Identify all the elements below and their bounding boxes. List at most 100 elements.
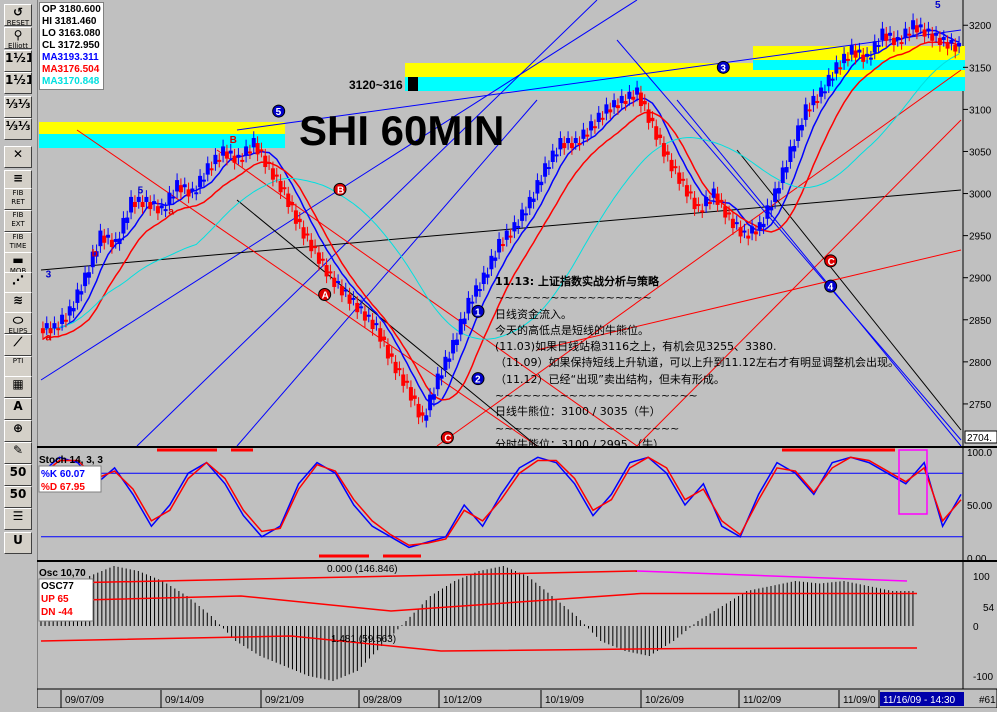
magnet-button[interactable]: U (4, 532, 32, 554)
price-tick-label: 3000 (969, 190, 992, 201)
zoom-button[interactable]: ⊕ (4, 420, 32, 442)
fan-icon: ⋰ (12, 273, 24, 287)
brush-button[interactable]: ✎ (4, 442, 32, 464)
wave-label: a (46, 333, 52, 344)
price-tick-label: 2850 (969, 316, 992, 327)
candle-body (362, 311, 367, 321)
candle-body (899, 42, 904, 45)
date-tick-label: 11/09/0 (843, 695, 876, 706)
candle-body (600, 117, 605, 120)
text-button[interactable]: A (4, 398, 32, 420)
candle-body (792, 146, 797, 152)
candle-body (366, 314, 371, 317)
wave-label: B (230, 135, 237, 146)
candle-body (880, 28, 885, 40)
percent2-button[interactable]: 50 (4, 486, 32, 508)
candle-body (443, 356, 448, 371)
candle-body (849, 45, 854, 55)
wave-tool-icon: ⅓⅓ (5, 97, 31, 111)
lines-button[interactable]: ≋ (4, 292, 32, 314)
candle-body (293, 210, 298, 224)
wave-tool2-button[interactable]: ⅓⅓ (4, 118, 32, 140)
wave-tool-button[interactable]: ⅓⅓ (4, 96, 32, 118)
candle-body (654, 126, 659, 140)
candle-body (106, 234, 111, 238)
candle-body (723, 206, 728, 218)
fib-ret-button[interactable]: FIB RET (4, 188, 32, 210)
candle-body (642, 100, 647, 105)
candle-body (512, 222, 517, 232)
candle-body (255, 143, 260, 155)
candle-body (175, 180, 180, 192)
candle-body (244, 146, 249, 156)
mob-button[interactable]: ▬ MOB (4, 252, 32, 274)
candle-body (711, 188, 716, 198)
percent-button[interactable]: 50 (4, 464, 32, 486)
osc-title: Osc 10,70 (39, 568, 86, 579)
grid-button[interactable]: ▦ (4, 376, 32, 398)
candle-body (240, 159, 245, 162)
candle-body (727, 212, 732, 215)
wave-up-button[interactable]: 1½1 (4, 50, 32, 72)
candle-body (52, 323, 57, 329)
candle-body (684, 185, 689, 197)
candle-body (370, 319, 375, 330)
candle-body (98, 230, 103, 247)
candle-body (868, 57, 873, 60)
commentary-line: ~~~~~~~~~~~~~~~~~~~~ (495, 421, 680, 435)
fib-ext-button[interactable]: FIB EXT (4, 210, 32, 232)
list-button[interactable]: ☰ (4, 508, 32, 530)
candle-body (730, 218, 735, 229)
candle-body (577, 143, 582, 146)
candle-body (845, 58, 850, 61)
price-tick-label: 3200 (969, 21, 992, 32)
candle-body (259, 149, 264, 152)
stoch-tick-label: 100.0 (967, 448, 992, 459)
elliott-button[interactable]: ⚲ Elliott (4, 27, 32, 49)
price-tick-label: 2750 (969, 400, 992, 411)
candle-body (405, 380, 410, 383)
candle-body (201, 179, 206, 182)
candle-body (408, 387, 413, 401)
pattern-button[interactable]: ⟋ (4, 334, 32, 356)
ohlc-readout: OP 3180.600 HI 3181.460 LO 3163.080 CL 3… (39, 2, 104, 90)
osc-annotation: 0.000 (146.846) (327, 564, 398, 575)
candle-body (554, 154, 559, 157)
wave-down-icon: 1½1 (5, 73, 32, 87)
last-price-label: 2704. (967, 433, 992, 444)
candle-body (236, 154, 241, 158)
candle-body (569, 143, 574, 149)
wave-down-button[interactable]: 1½1 (4, 72, 32, 94)
candle-body (385, 345, 390, 359)
fan-button[interactable]: ⋰ (4, 272, 32, 294)
candle-body (393, 361, 398, 374)
candle-body (585, 134, 590, 137)
commentary-line: （11.12）已经“出现”卖出结构，但未有形成。 (495, 372, 725, 386)
candle-body (136, 196, 141, 202)
date-axis-extra: #61 (979, 695, 996, 706)
date-tick-label: 09/28/09 (363, 695, 402, 706)
candle-body (876, 45, 881, 48)
delete-button[interactable]: ✕ (4, 146, 32, 168)
reset-label: RESET (6, 19, 30, 26)
candle-body (623, 100, 628, 104)
candle-body (121, 217, 126, 234)
pti-button[interactable]: PTI (4, 356, 32, 378)
delete-icon: ✕ (12, 147, 24, 161)
date-tick-label: 09/21/09 (265, 695, 304, 706)
candle-body (665, 151, 670, 155)
candle-body (140, 201, 145, 208)
fib-time-button[interactable]: FIB TIME (4, 232, 32, 254)
date-tick-label: 11/02/09 (743, 695, 782, 706)
candle-body (581, 129, 586, 139)
osc-tick-label: 100 (973, 572, 990, 583)
candle-body (324, 265, 329, 277)
candle-body (769, 207, 774, 211)
candle-body (566, 138, 571, 144)
candle-body (320, 258, 325, 261)
reset-button[interactable]: ↺ RESET (4, 4, 32, 26)
candle-body (776, 188, 781, 194)
ellipse-button[interactable]: ⬭ ELIPS (4, 312, 32, 334)
ellipse-label: ELIPS (8, 327, 28, 334)
candle-body (842, 53, 847, 64)
